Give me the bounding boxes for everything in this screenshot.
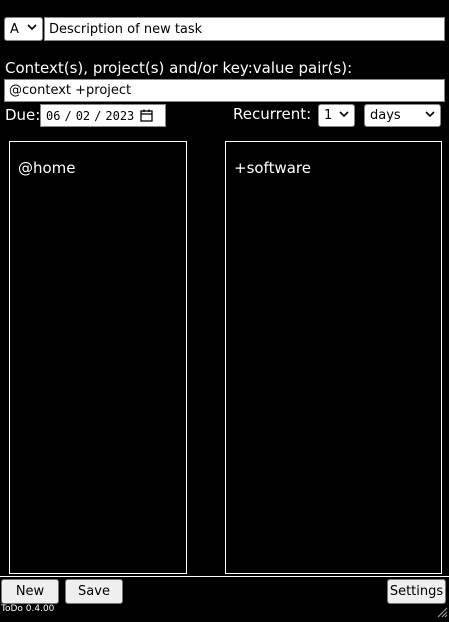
context-input[interactable]: @context +project — [4, 79, 445, 102]
list-item[interactable]: @home — [18, 159, 76, 177]
chevron-down-icon — [425, 110, 435, 121]
due-month: 06 — [46, 108, 61, 123]
resize-grip-icon[interactable] — [436, 603, 448, 618]
settings-button[interactable]: Settings — [387, 579, 446, 604]
contexts-list[interactable]: @home — [9, 141, 187, 574]
list-item[interactable]: +software — [234, 159, 311, 177]
chevron-down-icon — [339, 110, 349, 121]
context-label: Context(s), project(s) and/or key:value … — [5, 59, 353, 77]
calendar-icon[interactable] — [140, 109, 153, 122]
due-label: Due: — [5, 106, 41, 124]
footer-divider — [0, 576, 449, 577]
priority-value: A — [10, 21, 19, 37]
version-label: ToDo 0.4.00 — [1, 604, 55, 614]
chevron-down-icon — [27, 24, 37, 34]
projects-list[interactable]: +software — [225, 141, 442, 574]
due-day: 02 — [75, 108, 91, 123]
recurrent-unit-select[interactable]: days — [364, 104, 441, 127]
new-button[interactable]: New — [1, 579, 59, 604]
recurrent-count-select[interactable]: 1 — [318, 104, 355, 127]
description-placeholder: Description of new task — [49, 21, 203, 37]
recurrent-count-value: 1 — [324, 108, 333, 123]
save-button[interactable]: Save — [65, 579, 123, 604]
priority-select[interactable]: A — [4, 17, 43, 41]
recurrent-label: Recurrent: — [233, 105, 312, 123]
context-value: @context +project — [9, 83, 132, 98]
description-input[interactable]: Description of new task — [44, 17, 445, 41]
due-year: 2023 — [105, 108, 135, 123]
recurrent-unit-value: days — [370, 108, 401, 123]
due-date-input[interactable]: 06 / 02 / 2023 — [40, 104, 166, 127]
